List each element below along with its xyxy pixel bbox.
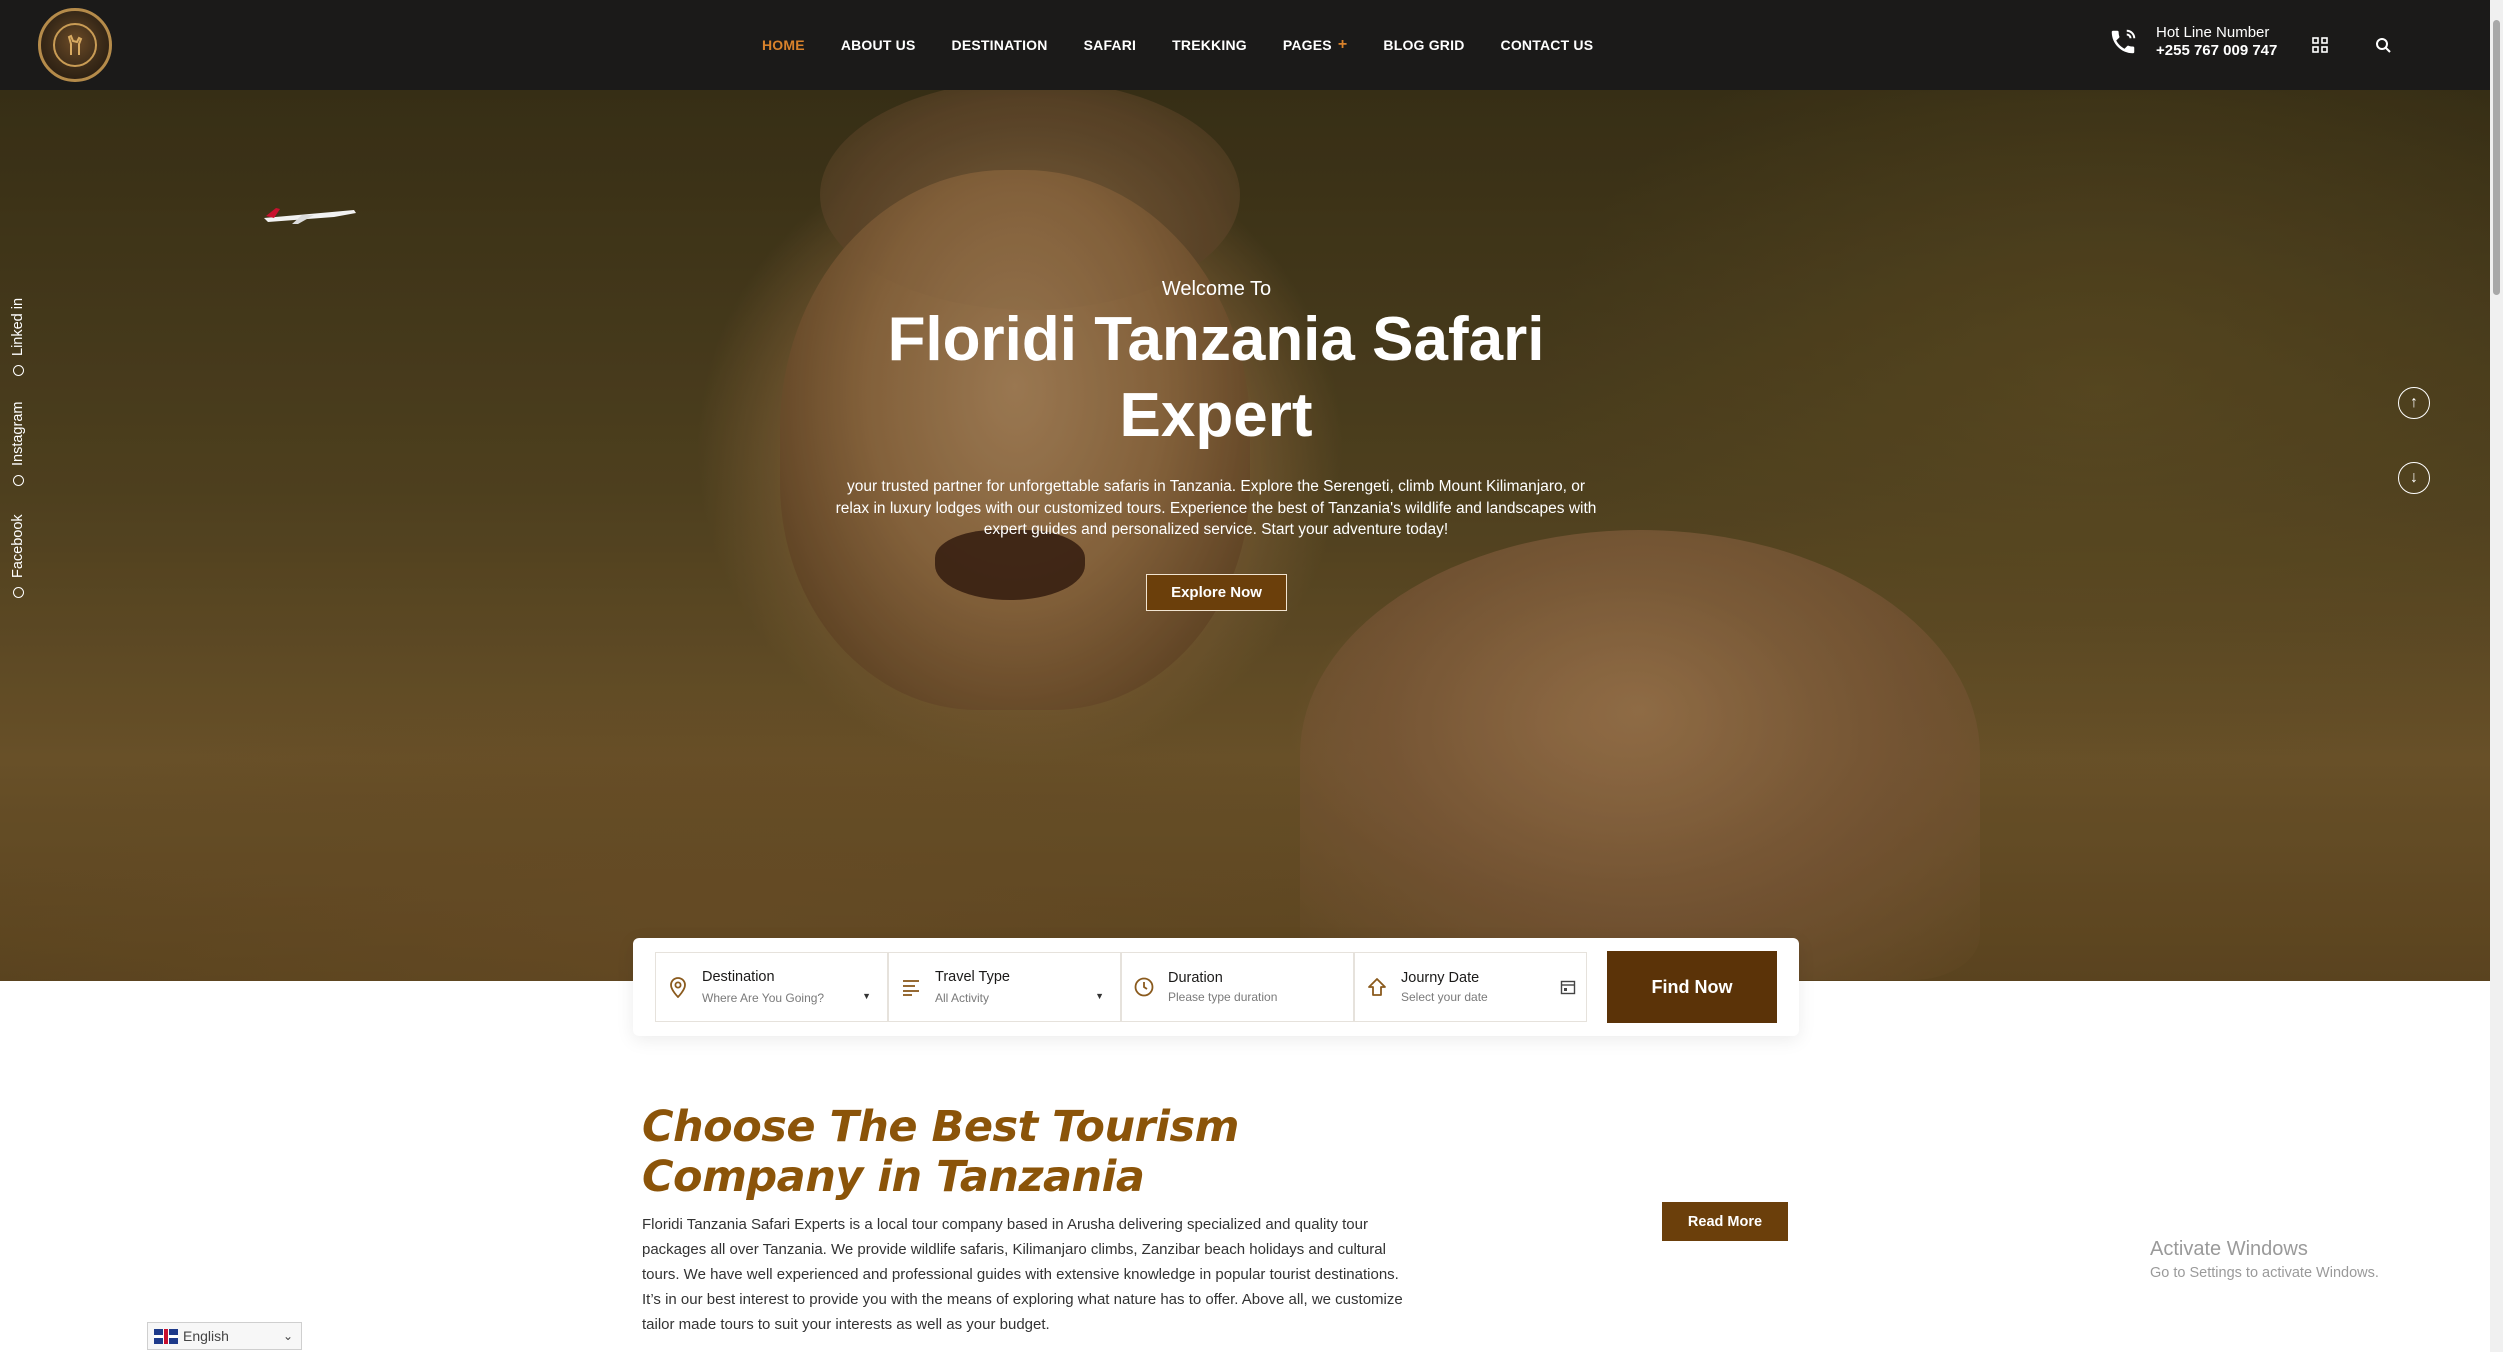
- search-icon[interactable]: [2370, 32, 2396, 58]
- field-text: Travel Type All Activity ▼: [935, 969, 1120, 1005]
- hotline[interactable]: Hot Line Number +255 767 009 747: [2108, 24, 2277, 60]
- site-header: HOME ABOUT US DESTINATION SAFARI TREKKIN…: [0, 0, 2490, 90]
- main-nav: HOME ABOUT US DESTINATION SAFARI TREKKIN…: [762, 0, 1593, 90]
- scrollbar-thumb[interactable]: [2493, 20, 2500, 295]
- explore-now-button[interactable]: Explore Now: [1146, 574, 1287, 611]
- hero-title: Floridi Tanzania Safari Expert: [887, 305, 1545, 450]
- nav-label: PAGES: [1282, 37, 1332, 53]
- travel-type-select[interactable]: Travel Type All Activity ▼: [888, 952, 1121, 1022]
- social-label: Instagram: [10, 401, 26, 466]
- field-text: Destination Where Are You Going? ▼: [702, 969, 887, 1005]
- hero-welcome: Welcome To: [1161, 278, 1272, 300]
- field-value: All Activity ▼: [935, 991, 1120, 1005]
- nav-label: SAFARI: [1083, 37, 1137, 53]
- tour-search-form: Destination Where Are You Going? ▼ Travel…: [633, 938, 1799, 1036]
- clock-icon: [1132, 975, 1156, 999]
- field-text: Journy Date Select your date: [1401, 970, 1586, 1004]
- hero-description: your trusted partner for unforgettable s…: [835, 478, 1597, 538]
- caret-down-icon: ▼: [862, 991, 871, 1001]
- nav-label: TREKKING: [1172, 37, 1247, 53]
- field-value: Select your date: [1401, 990, 1586, 1004]
- hero-section: Linked in Instagram Facebook Welcome To …: [0, 90, 2490, 981]
- uk-flag-icon: [154, 1328, 178, 1344]
- read-more-button[interactable]: Read More: [1662, 1202, 1788, 1241]
- find-now-button[interactable]: Find Now: [1607, 951, 1777, 1023]
- dot-icon: [12, 475, 24, 486]
- field-placeholder: All Activity: [935, 991, 990, 1005]
- nav-about-us[interactable]: ABOUT US: [841, 37, 916, 53]
- hotline-label: Hot Line Number: [2156, 24, 2270, 41]
- chevron-down-icon: ⌄: [282, 1329, 293, 1343]
- arrow-up-icon[interactable]: ↑: [2398, 387, 2430, 419]
- field-placeholder: Where Are You Going?: [702, 991, 825, 1005]
- nav-safari[interactable]: SAFARI: [1084, 37, 1137, 53]
- social-instagram[interactable]: Instagram: [10, 402, 26, 486]
- windows-activation-watermark: Activate Windows Go to Settings to activ…: [2150, 1238, 2379, 1281]
- phone-icon: [2111, 29, 2136, 54]
- arrow-down-icon[interactable]: ↓: [2398, 462, 2430, 494]
- hotline-text: Hot Line Number +255 767 009 747: [2156, 24, 2277, 60]
- about-text: Floridi Tanzania Safari Experts is a loc…: [642, 1216, 1403, 1333]
- nav-trekking[interactable]: TREKKING: [1172, 37, 1247, 53]
- dot-icon: [12, 365, 24, 376]
- logo-emblem: [53, 23, 97, 67]
- social-label: Facebook: [10, 514, 26, 578]
- grid-icon[interactable]: [2307, 32, 2333, 58]
- nav-label: BLOG GRID: [1383, 37, 1465, 53]
- field-value: Where Are You Going? ▼: [702, 991, 887, 1005]
- field-value: Please type duration: [1168, 990, 1353, 1004]
- nav-pages[interactable]: PAGES +: [1283, 36, 1348, 54]
- field-label: Journy Date: [1401, 970, 1480, 986]
- language-selector[interactable]: English ⌄: [147, 1322, 302, 1350]
- hotline-number[interactable]: +255 767 009 747: [2156, 42, 2277, 60]
- language-label: English: [183, 1328, 229, 1344]
- duration-input[interactable]: Duration Please type duration: [1121, 952, 1354, 1022]
- field-label: Travel Type: [935, 969, 1010, 985]
- calendar-icon[interactable]: [1560, 979, 1576, 995]
- nav-home[interactable]: HOME: [762, 37, 805, 53]
- nav-label: ABOUT US: [840, 37, 916, 53]
- list-icon: [899, 975, 923, 999]
- journey-date-input[interactable]: Journy Date Select your date: [1354, 952, 1587, 1022]
- field-label: Duration: [1168, 970, 1223, 986]
- map-pin-icon: [666, 975, 690, 999]
- about-title: Choose The Best Tourism Company in Tanza…: [642, 1102, 1239, 1202]
- field-placeholder: Select your date: [1401, 990, 1488, 1004]
- social-label: Linked in: [10, 297, 26, 356]
- page-scrollbar[interactable]: [2490, 0, 2503, 1352]
- airplane-icon: [264, 208, 356, 224]
- activate-title: Activate Windows: [2150, 1238, 2308, 1260]
- giraffe-icon: [67, 34, 83, 55]
- social-linkedin[interactable]: Linked in: [10, 298, 26, 376]
- field-label: Destination: [702, 969, 775, 985]
- nav-destination[interactable]: DESTINATION: [952, 37, 1048, 53]
- destination-select[interactable]: Destination Where Are You Going? ▼: [655, 952, 888, 1022]
- field-text: Duration Please type duration: [1168, 970, 1353, 1004]
- nav-label: DESTINATION: [951, 37, 1048, 53]
- nav-label: CONTACT US: [1500, 37, 1594, 53]
- calendar-arrow-icon: [1365, 975, 1389, 999]
- nav-label: HOME: [762, 37, 805, 53]
- company-logo[interactable]: [38, 8, 112, 82]
- dot-icon: [12, 587, 24, 598]
- caret-down-icon: ▼: [1095, 991, 1104, 1001]
- field-placeholder: Please type duration: [1168, 990, 1278, 1004]
- social-facebook[interactable]: Facebook: [10, 514, 26, 598]
- plus-icon: +: [1337, 36, 1348, 53]
- activate-subtitle: Go to Settings to activate Windows.: [2150, 1265, 2379, 1281]
- nav-blog-grid[interactable]: BLOG GRID: [1383, 37, 1464, 53]
- nav-contact-us[interactable]: CONTACT US: [1501, 37, 1594, 53]
